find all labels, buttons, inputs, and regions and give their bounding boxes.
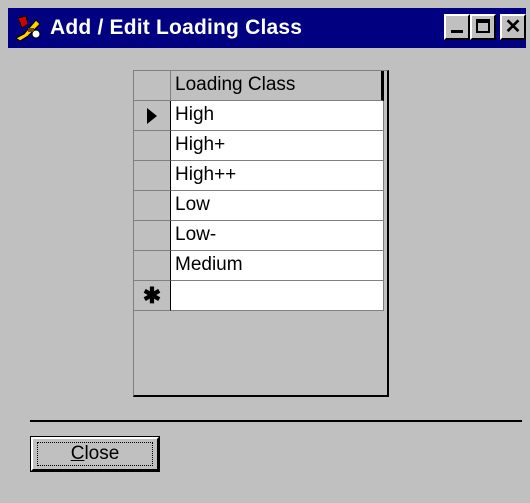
table-row[interactable]: High (134, 101, 387, 131)
column-header-loading-class[interactable]: Loading Class (171, 71, 384, 101)
dialog-window: Add / Edit Loading Class ✕ Loading Class… (0, 0, 530, 503)
loading-class-cell[interactable]: High+ (171, 131, 384, 161)
table-row[interactable]: Low (134, 191, 387, 221)
new-record-icon: ✱ (142, 282, 162, 308)
grid-body: Loading Class High High+ High++ Low Low- Medi… (134, 71, 387, 311)
row-selector[interactable] (134, 251, 171, 281)
loading-class-cell[interactable]: Low (171, 191, 384, 221)
row-selector[interactable] (134, 131, 171, 161)
minimize-icon (451, 30, 463, 33)
close-icon: ✕ (504, 16, 522, 38)
loading-class-grid[interactable]: Loading Class High High+ High++ Low Low- Medi… (133, 70, 389, 397)
table-row[interactable]: Medium (134, 251, 387, 281)
maximize-icon (476, 19, 490, 33)
table-row[interactable]: High+ (134, 131, 387, 161)
close-window-button[interactable]: ✕ (500, 14, 526, 40)
title-bar[interactable]: Add / Edit Loading Class ✕ (8, 8, 526, 48)
row-selector[interactable] (134, 191, 171, 221)
new-record-selector[interactable]: ✱ (134, 281, 171, 311)
loading-class-cell[interactable]: High++ (171, 161, 384, 191)
close-button[interactable]: Close (30, 436, 160, 472)
select-all-cell[interactable] (134, 71, 171, 101)
window-title: Add / Edit Loading Class (50, 16, 303, 39)
table-row[interactable]: High++ (134, 161, 387, 191)
window-controls: ✕ (444, 14, 526, 40)
table-row[interactable]: Low- (134, 221, 387, 251)
new-record-cell[interactable] (171, 281, 384, 311)
footer-divider (30, 420, 522, 422)
row-selector[interactable] (134, 221, 171, 251)
close-button-label: lose (84, 443, 120, 464)
minimize-button[interactable] (444, 14, 470, 40)
row-selector[interactable] (134, 161, 171, 191)
loading-class-cell[interactable]: Low- (171, 221, 384, 251)
close-button-focus: Close (37, 442, 153, 466)
close-button-mnemonic: C (70, 443, 85, 464)
loading-class-cell[interactable]: Medium (171, 251, 384, 281)
maximize-button[interactable] (470, 14, 496, 40)
app-icon[interactable] (14, 13, 44, 43)
current-record-icon (147, 107, 157, 124)
row-selector[interactable] (134, 101, 171, 131)
grid-header-row: Loading Class (134, 71, 387, 101)
new-record-row[interactable]: ✱ (134, 281, 387, 311)
loading-class-cell[interactable]: High (171, 101, 384, 131)
